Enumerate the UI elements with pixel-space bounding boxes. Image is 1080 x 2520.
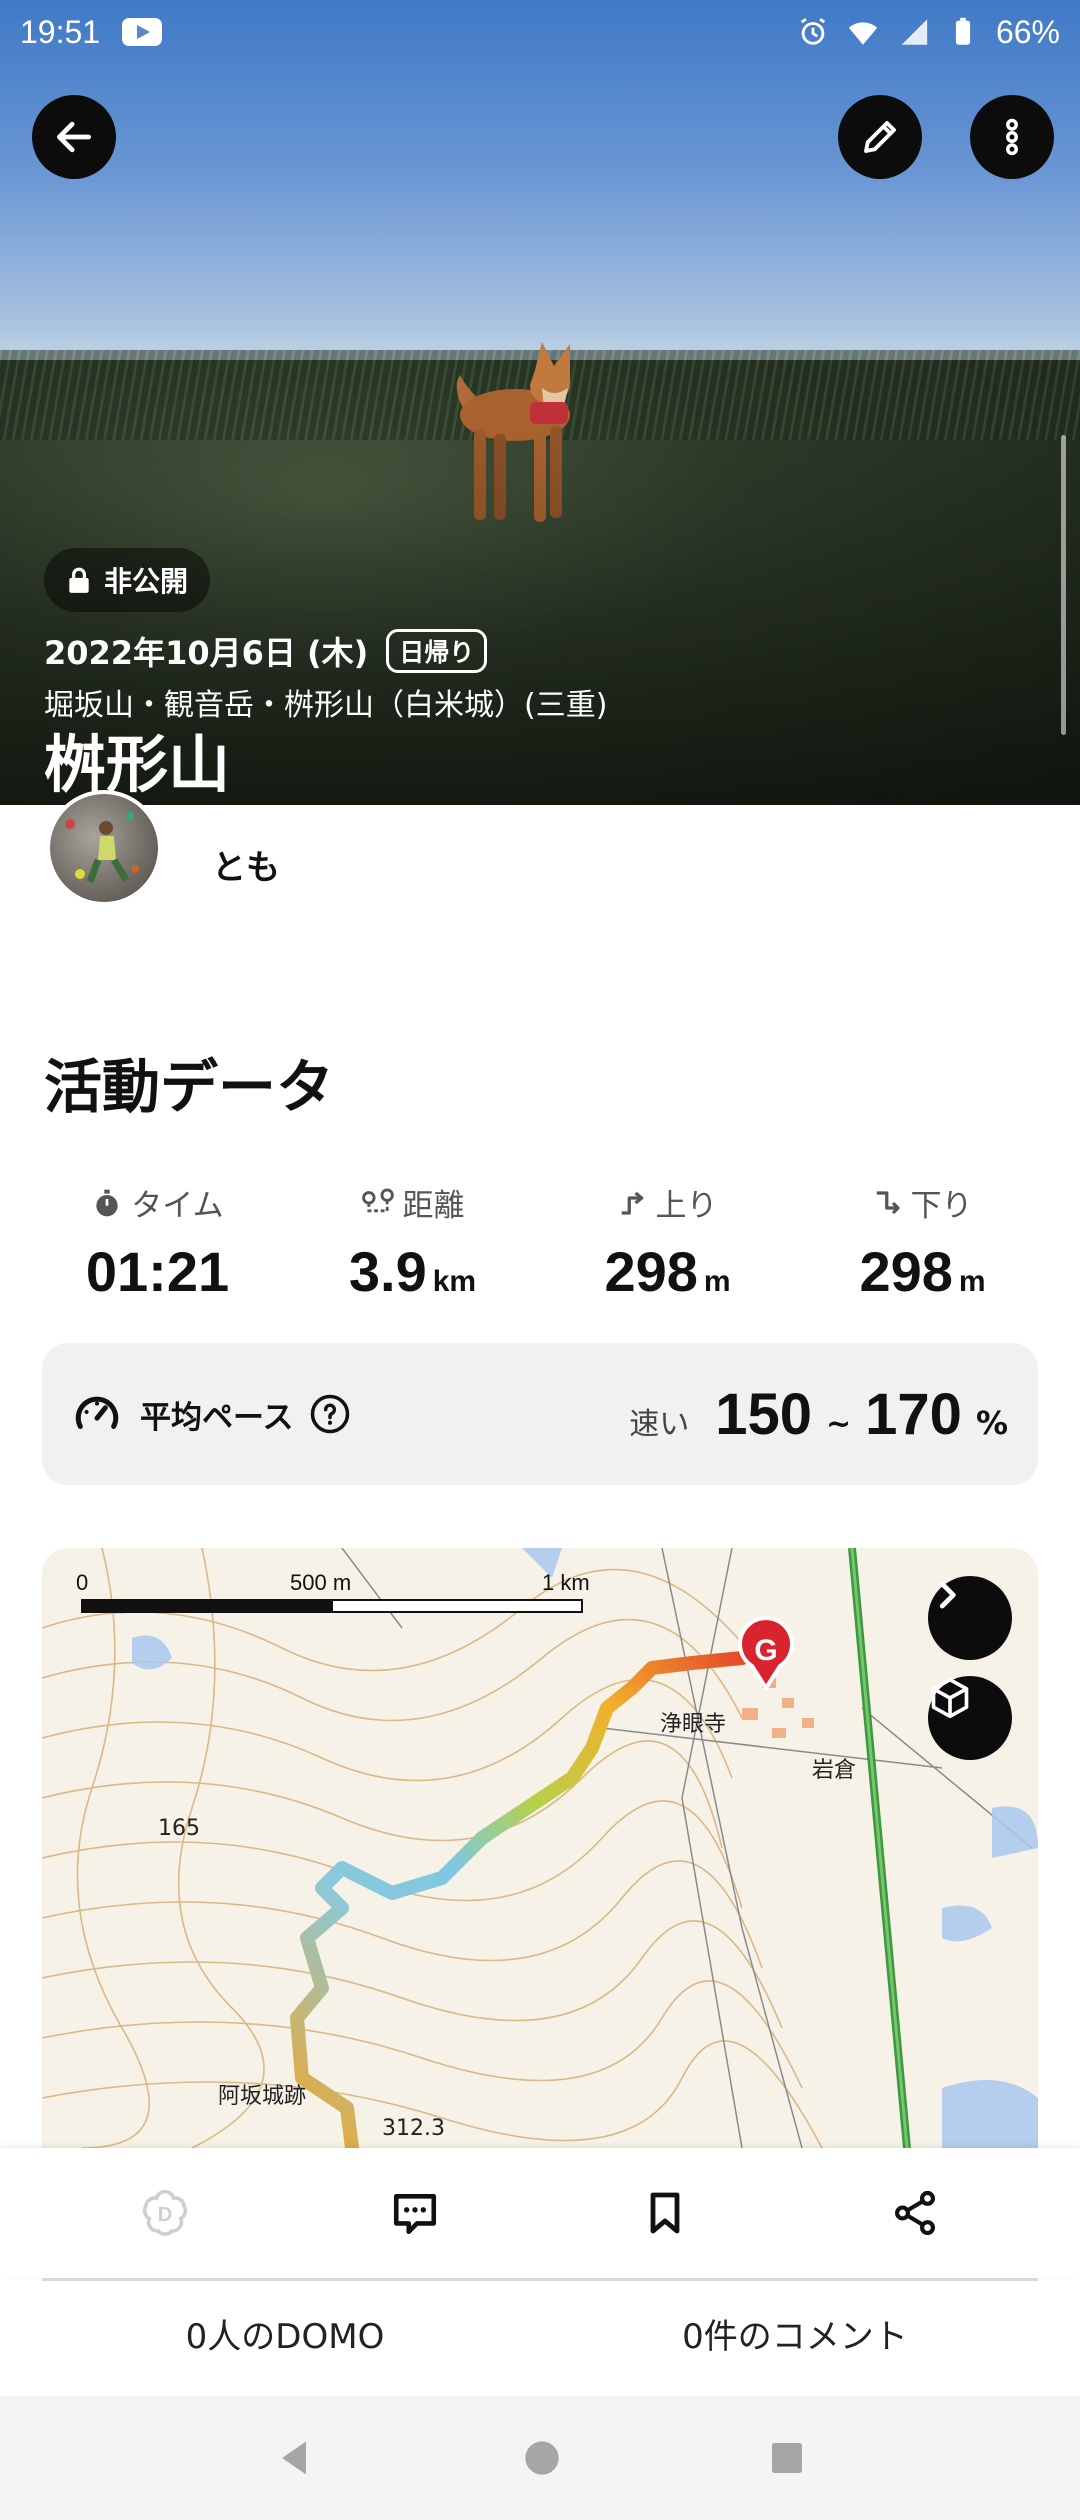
stat-ascent-unit: m bbox=[703, 1265, 731, 1298]
ascent-icon bbox=[621, 1191, 643, 1215]
share-button[interactable] bbox=[790, 2188, 1040, 2238]
activity-section-title: 活動データ bbox=[44, 1053, 335, 1121]
activity-title: 桝形山 bbox=[44, 728, 231, 801]
activity-date: 2022年10月6日 (木) bbox=[44, 634, 369, 672]
stat-time-label: タイム bbox=[131, 1188, 224, 1224]
system-navigation-bar bbox=[0, 2396, 1080, 2520]
avatar[interactable] bbox=[46, 790, 162, 906]
domo-count[interactable]: 0人のDOMO bbox=[0, 2282, 540, 2392]
stat-ascent-value: 298 bbox=[604, 1240, 698, 1303]
more-vertical-icon bbox=[1006, 118, 1018, 156]
reaction-counts: 0人のDOMO 0件のコメント bbox=[0, 2282, 1080, 2392]
pace-separator: ~ bbox=[826, 1406, 852, 1442]
stat-time-value: 01:21 bbox=[85, 1240, 230, 1303]
avatar-image bbox=[65, 812, 139, 884]
nav-recents-icon[interactable] bbox=[767, 2438, 807, 2478]
pace-values: 速い 150 ~ 170 % bbox=[629, 1381, 1008, 1448]
more-options-button[interactable] bbox=[970, 95, 1054, 179]
stat-distance: 距離 3.9 km bbox=[285, 1180, 540, 1304]
topographic-map: G bbox=[42, 1548, 1038, 2148]
goal-marker-label: G bbox=[754, 1634, 777, 1667]
route-map[interactable]: G 0 500 m 1 km 浄眼寺 岩倉 165 阿坂城跡 312.3 bbox=[42, 1548, 1038, 2148]
pace-speed-label: 速い bbox=[629, 1406, 690, 1442]
battery-icon bbox=[955, 17, 971, 45]
pace-label: 平均ペース bbox=[140, 1399, 294, 1436]
bookmark-button[interactable] bbox=[540, 2188, 790, 2238]
pace-unit: % bbox=[975, 1403, 1008, 1442]
pace-min: 150 bbox=[715, 1381, 813, 1447]
hero-date-row: 2022年10月6日 (木) 日帰り bbox=[44, 628, 488, 674]
stat-descent-value: 298 bbox=[859, 1240, 953, 1303]
map-label-castle: 阿坂城跡 bbox=[218, 2084, 307, 2109]
edit-button[interactable] bbox=[838, 95, 922, 179]
stat-ascent: 上り 298 m bbox=[540, 1180, 795, 1304]
status-time: 19:51 bbox=[20, 13, 101, 50]
wifi-icon bbox=[848, 22, 878, 45]
scale-label-1km: 1 km bbox=[542, 1570, 590, 1595]
status-bar: 19:51 66% bbox=[0, 0, 1080, 64]
comment-icon bbox=[393, 2194, 437, 2235]
action-bar: D bbox=[0, 2148, 1080, 2278]
private-label: 非公開 bbox=[104, 565, 189, 598]
comment-button[interactable] bbox=[290, 2188, 540, 2238]
stopwatch-icon bbox=[96, 1189, 118, 1216]
stat-distance-label: 距離 bbox=[402, 1188, 465, 1224]
scale-label-0: 0 bbox=[76, 1570, 89, 1595]
help-icon[interactable] bbox=[309, 1393, 351, 1435]
comment-count[interactable]: 0件のコメント bbox=[540, 2282, 1080, 2392]
mountain-area[interactable]: 堀坂山・観音岳・桝形山（白米城）(三重) bbox=[44, 680, 607, 724]
lock-icon bbox=[69, 567, 89, 593]
footer-divider bbox=[42, 2278, 1038, 2281]
arrow-left-icon bbox=[56, 121, 92, 153]
descent-icon bbox=[876, 1190, 900, 1214]
average-pace-card[interactable]: 平均ペース 速い 150 ~ 170 % bbox=[42, 1343, 1038, 1485]
signal-icon bbox=[901, 19, 928, 45]
map-3d-button[interactable] bbox=[928, 1676, 1012, 1760]
domo-flower-icon: D bbox=[142, 2189, 188, 2236]
stat-ascent-label: 上り bbox=[655, 1188, 718, 1224]
stat-descent: 下り 298 m bbox=[795, 1180, 1050, 1304]
stat-distance-unit: km bbox=[432, 1265, 477, 1298]
distance-pin-icon bbox=[361, 1187, 394, 1212]
scroll-indicator bbox=[1061, 435, 1066, 735]
svg-text:D: D bbox=[158, 2204, 173, 2226]
map-scale-bar bbox=[81, 1599, 583, 1613]
username[interactable]: とも bbox=[212, 840, 280, 889]
nav-home-icon[interactable] bbox=[522, 2438, 562, 2478]
bookmark-icon bbox=[650, 2192, 680, 2234]
back-button[interactable] bbox=[32, 95, 116, 179]
nav-back-icon[interactable] bbox=[273, 2436, 317, 2480]
scale-label-500m: 500 m bbox=[290, 1570, 352, 1595]
chevron-right-icon bbox=[939, 1581, 956, 1609]
activity-stats: タイム 01:21 距離 3.9 km 上り 298 m 下り 298 m bbox=[30, 1180, 1050, 1304]
trip-type-tag: 日帰り bbox=[386, 629, 488, 673]
pace-max: 170 bbox=[865, 1381, 962, 1447]
stat-descent-unit: m bbox=[958, 1265, 986, 1298]
domo-button[interactable]: D bbox=[40, 2186, 290, 2240]
stat-distance-value: 3.9 bbox=[348, 1240, 427, 1303]
stat-descent-label: 下り bbox=[910, 1188, 973, 1224]
alarm-icon bbox=[800, 18, 826, 45]
speedometer-icon bbox=[75, 1396, 119, 1429]
share-icon bbox=[895, 2190, 935, 2236]
map-label-peak: 312.3 bbox=[382, 2116, 445, 2141]
battery-percent: 66% bbox=[995, 13, 1060, 50]
map-label-temple: 浄眼寺 bbox=[660, 1712, 727, 1737]
youtube-icon bbox=[122, 18, 163, 46]
map-open-button[interactable] bbox=[928, 1576, 1012, 1660]
map-label-iwakura: 岩倉 bbox=[812, 1758, 857, 1783]
private-badge: 非公開 bbox=[44, 548, 211, 612]
stat-time: タイム 01:21 bbox=[30, 1180, 285, 1304]
map-label-elevation: 165 bbox=[158, 1816, 200, 1841]
cube-icon bbox=[931, 1677, 969, 1719]
pencil-icon bbox=[864, 121, 896, 153]
